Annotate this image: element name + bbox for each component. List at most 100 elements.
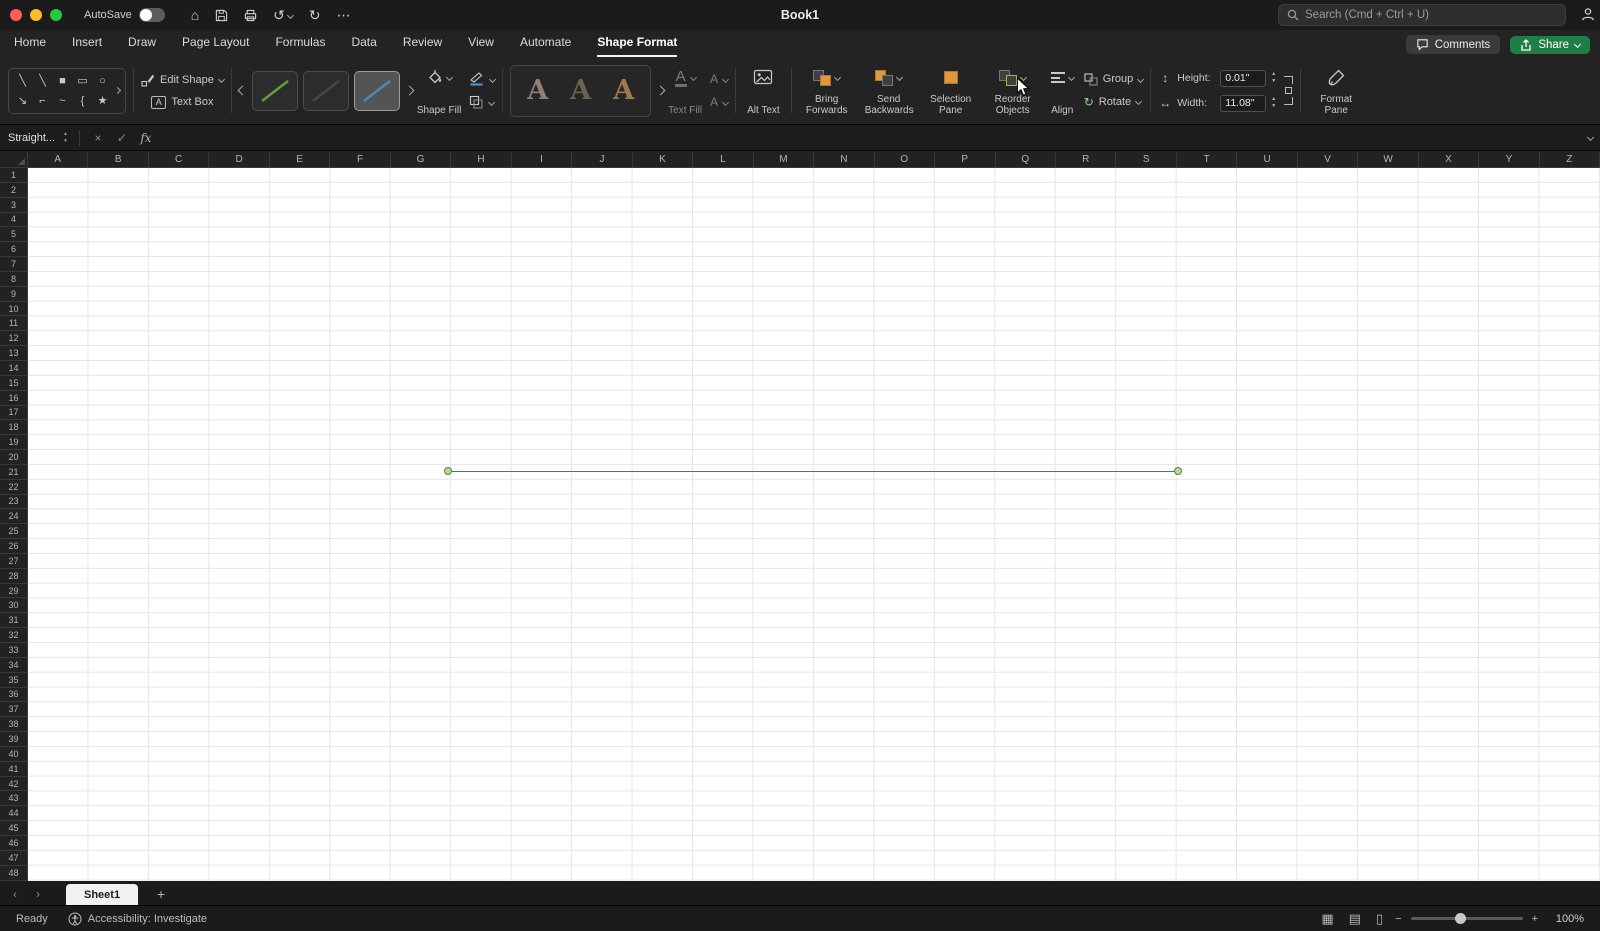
stepper-down-icon[interactable]: ▼	[1271, 104, 1276, 109]
stepper-down-icon[interactable]: ▼	[1271, 79, 1276, 84]
text-box-button[interactable]: A Text Box	[151, 95, 214, 109]
view-page-layout-button[interactable]: ▤	[1349, 911, 1361, 927]
view-normal-button[interactable]: ▦	[1321, 911, 1333, 927]
row-header-8[interactable]: 8	[0, 272, 27, 287]
selection-pane-button[interactable]: Selection Pane	[923, 63, 979, 119]
row-header-45[interactable]: 45	[0, 821, 27, 836]
name-box[interactable]: Straight...	[0, 132, 58, 144]
select-all-corner[interactable]	[0, 151, 28, 167]
print-button[interactable]	[244, 9, 257, 22]
tab-automate[interactable]: Automate	[520, 30, 571, 57]
rotate-button[interactable]: ↻ Rotate	[1084, 95, 1144, 109]
row-header-22[interactable]: 22	[0, 480, 27, 495]
curve-icon[interactable]: ~	[54, 93, 71, 109]
save-button[interactable]	[215, 9, 228, 22]
row-header-4[interactable]: 4	[0, 213, 27, 228]
tab-review[interactable]: Review	[403, 30, 442, 57]
row-header-12[interactable]: 12	[0, 331, 27, 347]
column-header-N[interactable]: N	[814, 151, 875, 167]
row-header-14[interactable]: 14	[0, 361, 27, 376]
shape-resize-handle-left[interactable]	[444, 466, 452, 475]
row-header-38[interactable]: 38	[0, 717, 27, 733]
elbow-connector-icon[interactable]: ⌐	[34, 93, 51, 109]
row-header-27[interactable]: 27	[0, 554, 27, 569]
line-style-blue[interactable]	[353, 70, 400, 111]
cancel-entry-button[interactable]: ×	[86, 131, 110, 145]
minimize-window-button[interactable]	[30, 9, 42, 21]
row-header-21[interactable]: 21	[0, 465, 27, 480]
column-header-F[interactable]: F	[330, 151, 391, 167]
row-header-25[interactable]: 25	[0, 524, 27, 540]
zoom-in-button[interactable]: +	[1532, 913, 1538, 925]
row-header-16[interactable]: 16	[0, 391, 27, 406]
name-box-stepper[interactable]: ▲ ▼	[63, 131, 68, 144]
column-header-O[interactable]: O	[875, 151, 936, 167]
column-header-I[interactable]: I	[512, 151, 573, 167]
line-icon[interactable]: ╲	[14, 73, 31, 89]
reorder-objects-button[interactable]: Reorder Objects	[985, 63, 1041, 119]
column-header-U[interactable]: U	[1237, 151, 1298, 167]
zoom-slider-thumb[interactable]	[1455, 913, 1467, 924]
alt-text-button[interactable]: Alt Text	[743, 63, 784, 119]
row-header-44[interactable]: 44	[0, 806, 27, 822]
row-header-42[interactable]: 42	[0, 777, 27, 792]
rectangle-filled-icon[interactable]: ■	[54, 73, 71, 89]
column-header-D[interactable]: D	[209, 151, 270, 167]
star-icon[interactable]: ★	[94, 93, 111, 109]
width-input[interactable]	[1220, 94, 1267, 112]
row-header-31[interactable]: 31	[0, 613, 27, 629]
wordart-style-1[interactable]: A	[527, 77, 548, 104]
shape-effects-button[interactable]	[469, 95, 496, 109]
row-header-23[interactable]: 23	[0, 495, 27, 510]
confirm-entry-button[interactable]: ✓	[110, 131, 134, 145]
sheet-nav-prev-button[interactable]: ‹	[6, 885, 24, 903]
brace-icon[interactable]: {	[74, 93, 91, 109]
row-header-5[interactable]: 5	[0, 227, 27, 243]
row-header-17[interactable]: 17	[0, 406, 27, 421]
column-header-R[interactable]: R	[1056, 151, 1117, 167]
wordart-style-3[interactable]: A	[613, 77, 634, 104]
row-header-18[interactable]: 18	[0, 420, 27, 436]
wordart-style-2[interactable]: A	[570, 77, 591, 104]
insert-shapes-expand-button[interactable]	[113, 86, 122, 95]
row-header-32[interactable]: 32	[0, 628, 27, 643]
row-header-10[interactable]: 10	[0, 302, 27, 317]
stepper-down-icon[interactable]: ▼	[63, 138, 68, 144]
redo-button[interactable]: ↻	[309, 7, 321, 24]
line-style-green[interactable]	[251, 70, 298, 111]
column-header-M[interactable]: M	[754, 151, 815, 167]
more-commands-button[interactable]: ⋯	[337, 7, 351, 24]
send-backwards-button[interactable]: Send Backwards	[861, 63, 917, 119]
row-header-39[interactable]: 39	[0, 732, 27, 747]
column-header-B[interactable]: B	[88, 151, 149, 167]
share-button[interactable]: Share	[1510, 35, 1590, 54]
column-header-S[interactable]: S	[1116, 151, 1177, 167]
row-header-19[interactable]: 19	[0, 435, 27, 451]
row-header-36[interactable]: 36	[0, 688, 27, 703]
tab-page-layout[interactable]: Page Layout	[182, 30, 249, 57]
undo-button[interactable]: ↺	[273, 7, 294, 24]
text-effects-button[interactable]: A	[710, 95, 730, 109]
insert-function-button[interactable]: fx	[134, 131, 158, 145]
column-header-L[interactable]: L	[693, 151, 754, 167]
column-header-E[interactable]: E	[270, 151, 331, 167]
stepper-up-icon[interactable]: ▲	[63, 131, 68, 137]
row-header-33[interactable]: 33	[0, 643, 27, 658]
line-style-dark[interactable]	[302, 70, 349, 111]
row-header-46[interactable]: 46	[0, 836, 27, 851]
row-header-15[interactable]: 15	[0, 376, 27, 391]
straight-connector-shape[interactable]	[444, 466, 1182, 475]
width-stepper[interactable]: ▲ ▼	[1271, 97, 1276, 109]
row-header-34[interactable]: 34	[0, 658, 27, 673]
text-fill-button[interactable]: A Text Fill	[664, 63, 706, 119]
height-stepper[interactable]: ▲ ▼	[1271, 72, 1276, 84]
formula-input[interactable]	[158, 125, 1600, 150]
add-sheet-button[interactable]: +	[151, 884, 171, 904]
tab-view[interactable]: View	[468, 30, 494, 57]
row-header-1[interactable]: 1	[0, 168, 27, 183]
column-header-P[interactable]: P	[935, 151, 996, 167]
shape-resize-handle-right[interactable]	[1174, 466, 1182, 475]
row-header-2[interactable]: 2	[0, 183, 27, 198]
zoom-out-button[interactable]: −	[1395, 913, 1401, 925]
row-header-20[interactable]: 20	[0, 450, 27, 465]
